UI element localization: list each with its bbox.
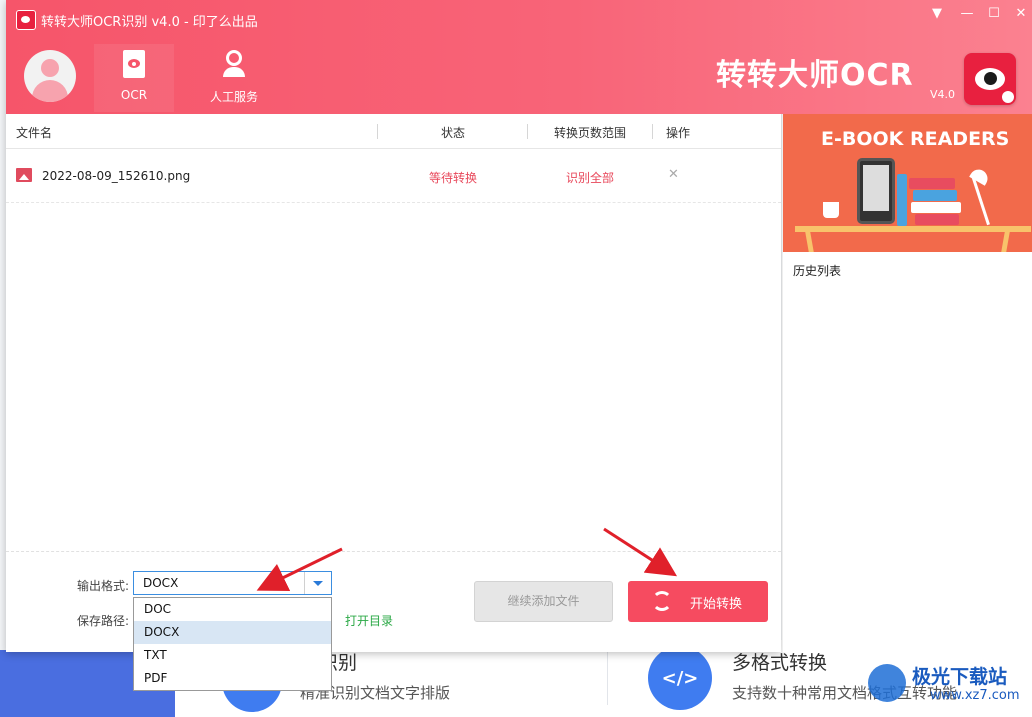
format-dropdown-list: DOC DOCX TXT PDF [133,597,332,691]
brand-eye-icon [964,53,1016,105]
book-illustration [915,214,959,225]
feature-format-title: 多格式转换 [732,652,828,674]
nav-ocr[interactable]: OCR [94,44,174,112]
book-illustration [913,190,957,201]
add-more-files-button[interactable]: 继续添加文件 [474,581,613,622]
watermark-logo-icon [868,664,906,702]
code-icon: </> [648,646,712,710]
window-title: 转转大师OCR识别 v4.0 - 印了么出品 [41,15,258,30]
banner-text: E-BOOK READERS [821,128,1010,150]
output-format-value: DOCX [143,576,179,590]
user-avatar[interactable] [24,50,76,102]
app-logo-icon [16,10,36,30]
image-file-icon [16,168,32,182]
open-directory-link[interactable]: 打开目录 [345,612,393,629]
desk-leg-illustration [1001,232,1010,252]
history-panel: E-BOOK READERS 历史列表 [782,114,1032,652]
file-name: 2022-08-09_152610.png [42,169,191,183]
bottom-divider [6,551,781,552]
maximize-button[interactable]: ☐ [981,4,1007,24]
ad-banner[interactable]: E-BOOK READERS [783,114,1032,252]
brand-name: 转转大师OCR [716,58,914,93]
title-bar: 转转大师OCR识别 v4.0 - 印了么出品 ▼ — ☐ ✕ OCR 人工服务 … [6,0,1032,114]
close-button[interactable]: ✕ [1008,4,1032,24]
format-option-txt[interactable]: TXT [134,644,331,667]
save-path-label: 保存路径: [77,614,130,628]
brand-version: V4.0 [930,88,956,101]
column-divider [527,124,528,139]
refresh-icon [652,591,672,611]
output-format-label: 输出格式: [77,579,130,593]
minimize-button[interactable]: — [954,4,980,24]
watermark-title: 极光下载站 [912,666,1008,688]
nav-manual-service-label: 人工服务 [209,90,258,104]
customer-service-icon [221,50,247,80]
ebook-reader-illustration [857,158,895,224]
column-filename: 文件名 [16,126,53,140]
column-status: 状态 [441,126,466,140]
file-status: 等待转换 [429,171,478,185]
chevron-down-icon[interactable] [304,572,331,594]
start-convert-button[interactable]: 开始转换 [628,581,768,622]
book-illustration [911,202,961,213]
start-convert-label: 开始转换 [690,597,743,612]
watermark-url: www.xz7.com [930,688,1020,703]
cup-illustration [823,202,839,218]
table-row[interactable]: 2022-08-09_152610.png 等待转换 识别全部 ✕ [6,150,781,203]
output-format-select[interactable]: DOCX [133,571,332,595]
column-divider [377,124,378,139]
history-list-title: 历史列表 [793,264,842,278]
page-range-link[interactable]: 识别全部 [566,169,614,186]
avatar-body-icon [32,80,68,102]
nav-ocr-label: OCR [120,88,148,102]
menu-dropdown-button[interactable]: ▼ [924,4,950,24]
format-option-docx[interactable]: DOCX [134,621,331,644]
book-illustration [897,174,907,226]
watermark: 极光下载站 www.xz7.com [868,660,1028,712]
column-page-range: 转换页数范围 [554,126,627,140]
book-illustration [909,178,955,189]
desk-illustration [795,226,1031,232]
ocr-document-icon [121,50,147,80]
column-action: 操作 [666,126,691,140]
file-table-header: 文件名 状态 转换页数范围 操作 [6,116,781,149]
format-option-pdf[interactable]: PDF [134,667,331,690]
format-option-doc[interactable]: DOC [134,598,331,621]
remove-file-icon[interactable]: ✕ [668,167,679,182]
avatar-head-icon [41,59,59,77]
nav-manual-service[interactable]: 人工服务 [194,44,274,112]
background-divider [607,650,608,705]
desk-leg-illustration [805,232,814,252]
column-divider [652,124,653,139]
